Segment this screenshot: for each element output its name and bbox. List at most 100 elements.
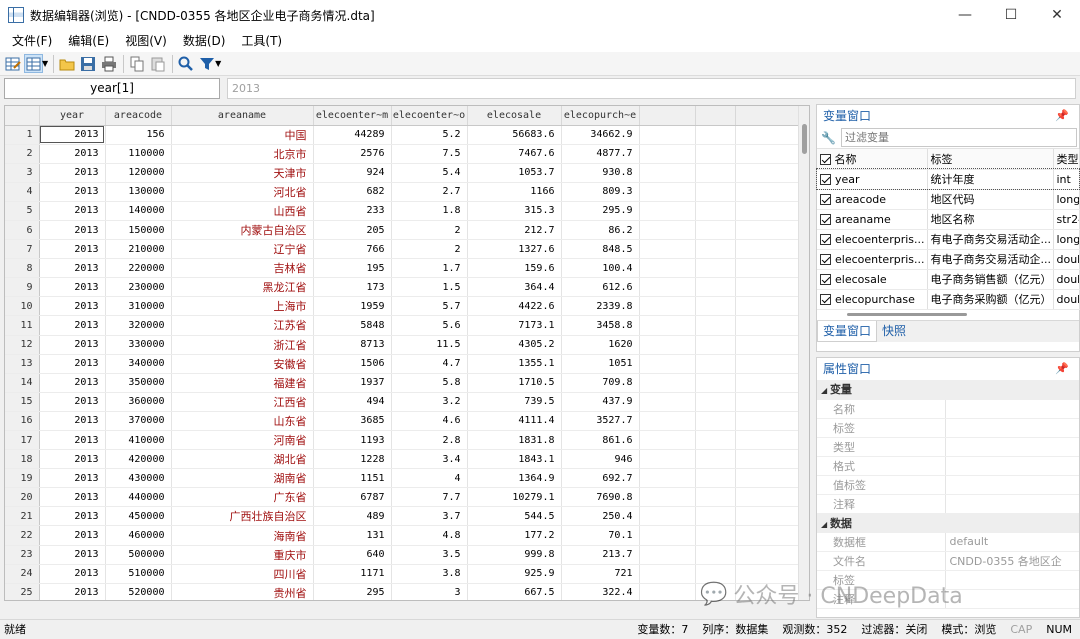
table-cell[interactable]: 2013	[39, 125, 106, 145]
table-cell[interactable]: 4305.2	[467, 335, 562, 355]
table-cell[interactable]: 544.5	[467, 506, 562, 527]
table-cell[interactable]: 2013	[39, 449, 106, 470]
table-cell[interactable]: 2013	[39, 296, 106, 317]
table-cell[interactable]: 2013	[39, 163, 106, 183]
table-cell[interactable]: 350000	[105, 373, 172, 393]
table-cell[interactable]: 370000	[105, 411, 172, 432]
table-cell[interactable]: 湖南省	[171, 468, 314, 489]
table-cell[interactable]: 721	[561, 564, 640, 584]
pin-icon[interactable]: 📌	[1055, 105, 1069, 127]
table-cell[interactable]: 福建省	[171, 373, 314, 393]
table-cell[interactable]: 848.5	[561, 239, 640, 260]
table-cell[interactable]: 3.5	[391, 545, 468, 565]
table-cell[interactable]: 2013	[39, 583, 106, 600]
table-cell[interactable]: 河北省	[171, 182, 314, 202]
property-row[interactable]: 格式	[817, 456, 1079, 476]
table-cell[interactable]: 230000	[105, 277, 172, 298]
table-cell[interactable]: 999.8	[467, 545, 562, 565]
property-value[interactable]: CNDD-0355 各地区企	[945, 551, 1079, 571]
property-row[interactable]: 值标签	[817, 475, 1079, 495]
table-cell[interactable]: 430000	[105, 468, 172, 489]
table-cell[interactable]: 110000	[105, 144, 172, 164]
table-cell[interactable]: 195	[313, 258, 392, 279]
table-cell[interactable]: 310000	[105, 296, 172, 317]
variable-name-cell[interactable]: areaname	[817, 209, 928, 230]
property-value[interactable]	[945, 570, 1079, 590]
table-cell[interactable]: 210000	[105, 239, 172, 260]
table-cell[interactable]: 辽宁省	[171, 239, 314, 260]
tab-variables[interactable]: 变量窗口	[817, 320, 878, 342]
table-cell[interactable]: 520000	[105, 583, 172, 600]
table-cell[interactable]: 640	[313, 545, 392, 565]
paste-button[interactable]	[148, 54, 167, 73]
table-cell[interactable]: 2013	[39, 182, 106, 202]
table-cell[interactable]: 1710.5	[467, 373, 562, 393]
menu-tools[interactable]: 工具(T)	[233, 30, 290, 52]
table-cell[interactable]: 494	[313, 392, 392, 412]
table-cell[interactable]: 2013	[39, 487, 106, 508]
column-header-5[interactable]: elecosale	[467, 106, 562, 126]
table-cell[interactable]: 295.9	[561, 201, 640, 221]
table-cell[interactable]: 湖北省	[171, 449, 314, 470]
property-value[interactable]: default	[945, 532, 1079, 552]
checkbox-icon[interactable]	[820, 294, 831, 305]
table-cell[interactable]: 205	[313, 220, 392, 241]
browse-mode-button[interactable]	[24, 54, 43, 73]
row-number[interactable]: 19	[5, 468, 40, 489]
table-cell[interactable]: 44289	[313, 125, 392, 145]
checkbox-icon[interactable]	[820, 214, 831, 225]
table-cell[interactable]: 5.6	[391, 315, 468, 336]
table-cell[interactable]: 70.1	[561, 525, 640, 546]
table-cell[interactable]: 3.7	[391, 506, 468, 527]
row-number[interactable]: 22	[5, 525, 40, 546]
property-value[interactable]	[945, 456, 1079, 476]
table-cell[interactable]: 3.4	[391, 449, 468, 470]
property-value[interactable]	[945, 399, 1079, 419]
row-number[interactable]: 14	[5, 373, 40, 393]
variable-name-cell[interactable]: elecopurchase	[817, 289, 928, 310]
table-cell[interactable]: 北京市	[171, 144, 314, 164]
table-cell[interactable]: 1.7	[391, 258, 468, 279]
table-cell[interactable]: 5.4	[391, 163, 468, 183]
table-cell[interactable]: 1151	[313, 468, 392, 489]
property-value[interactable]	[945, 475, 1079, 495]
table-cell[interactable]: 1228	[313, 449, 392, 470]
table-cell[interactable]: 213.7	[561, 545, 640, 565]
table-cell[interactable]: 925.9	[467, 564, 562, 584]
variables-header-name[interactable]: 名称	[817, 149, 928, 170]
table-cell[interactable]: 364.4	[467, 277, 562, 298]
table-cell[interactable]: 360000	[105, 392, 172, 412]
table-cell[interactable]: 2013	[39, 201, 106, 221]
table-cell[interactable]: 2013	[39, 392, 106, 412]
table-cell[interactable]: 7.5	[391, 144, 468, 164]
chevron-down-icon[interactable]: ▼	[215, 59, 221, 68]
property-section[interactable]: ◢ 变量	[817, 380, 1079, 400]
row-number[interactable]: 2	[5, 144, 40, 164]
table-cell[interactable]: 924	[313, 163, 392, 183]
table-cell[interactable]: 天津市	[171, 163, 314, 183]
table-cell[interactable]: 500000	[105, 545, 172, 565]
table-cell[interactable]: 510000	[105, 564, 172, 584]
table-cell[interactable]: 220000	[105, 258, 172, 279]
table-cell[interactable]: 江苏省	[171, 315, 314, 336]
table-cell[interactable]: 766	[313, 239, 392, 260]
table-cell[interactable]: 广东省	[171, 487, 314, 508]
table-cell[interactable]: 489	[313, 506, 392, 527]
table-cell[interactable]: 3527.7	[561, 411, 640, 432]
table-cell[interactable]: 156	[105, 125, 172, 145]
collapse-icon[interactable]: ◢	[821, 520, 830, 529]
table-cell[interactable]: 2013	[39, 564, 106, 584]
column-header-3[interactable]: elecoenter~m	[313, 106, 392, 126]
property-value[interactable]	[945, 494, 1079, 514]
table-cell[interactable]: 2339.8	[561, 296, 640, 317]
table-cell[interactable]: 682	[313, 182, 392, 202]
table-cell[interactable]: 2013	[39, 144, 106, 164]
variable-name-cell[interactable]: elecoenterpris...	[817, 249, 928, 270]
menu-edit[interactable]: 编辑(E)	[60, 30, 117, 52]
table-cell[interactable]: 56683.6	[467, 125, 562, 145]
row-number[interactable]: 24	[5, 564, 40, 584]
table-cell[interactable]: 692.7	[561, 468, 640, 489]
property-section[interactable]: ◢ 数据	[817, 513, 1079, 533]
table-cell[interactable]: 1053.7	[467, 163, 562, 183]
table-cell[interactable]: 安徽省	[171, 354, 314, 374]
